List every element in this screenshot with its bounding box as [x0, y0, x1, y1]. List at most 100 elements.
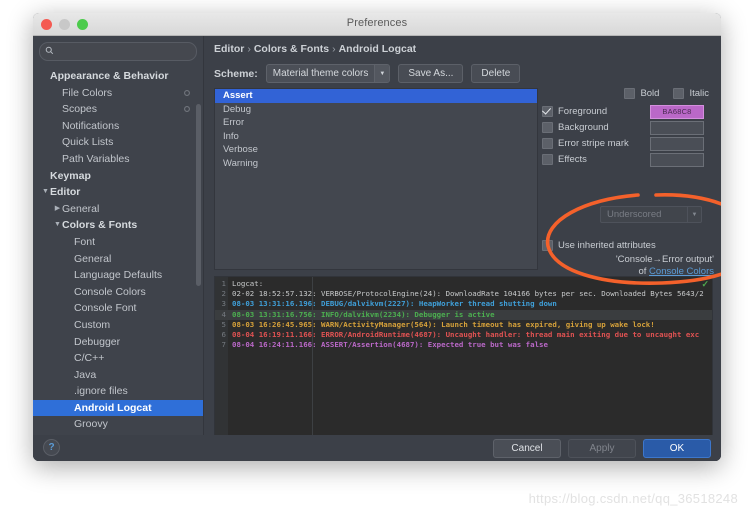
sidebar-item-label: Custom: [74, 319, 110, 331]
sidebar-item-colors-fonts[interactable]: ▼Colors & Fonts: [33, 217, 203, 234]
severity-item-assert[interactable]: Assert: [215, 89, 537, 103]
sidebar-item-label: General: [62, 203, 99, 215]
watermark: https://blog.csdn.net/qq_36518248: [529, 491, 738, 506]
severity-item-verbose[interactable]: Verbose: [215, 143, 537, 157]
breadcrumb-separator: ›: [329, 43, 339, 55]
sidebar-item-notifications[interactable]: Notifications: [33, 118, 203, 135]
line-number: 7: [215, 340, 226, 350]
help-button[interactable]: ?: [43, 439, 60, 456]
sidebar-item-font[interactable]: Font: [33, 234, 203, 251]
ok-button[interactable]: OK: [643, 439, 711, 458]
sidebar-item-label: Debugger: [74, 336, 120, 348]
console-line: 308-03 13:31:16.196: DEBUG/dalvikvm(2227…: [215, 299, 712, 309]
chevron-down-icon[interactable]: ▼: [53, 217, 62, 234]
chevron-right-icon[interactable]: ▶: [53, 201, 62, 218]
severity-item-debug[interactable]: Debug: [215, 103, 537, 117]
inherited-attributes-block: Use inherited attributes 'Console→Error …: [542, 240, 714, 277]
window-titlebar: Preferences: [33, 13, 721, 36]
sidebar-item-label: Colors & Fonts: [62, 219, 137, 231]
console-line: 1Logcat:: [215, 279, 712, 289]
preview-console[interactable]: 1Logcat:202-02 18:52:57.132: VERBOSE/Pro…: [214, 276, 713, 444]
bold-checkbox-box: [624, 88, 635, 99]
use-inherited-attributes-label: Use inherited attributes: [558, 240, 656, 251]
sidebar-item-ignore-files[interactable]: .ignore files: [33, 383, 203, 400]
breadcrumb-item[interactable]: Editor: [214, 43, 244, 55]
sidebar-item-console-font[interactable]: Console Font: [33, 300, 203, 317]
attribute-checkbox-error-stripe-mark[interactable]: Error stripe mark: [542, 138, 629, 149]
color-swatch[interactable]: [650, 153, 704, 167]
attribute-row: ForegroundBA68C8: [542, 106, 607, 117]
attribute-checkbox-foreground[interactable]: Foreground: [542, 106, 607, 117]
color-swatch[interactable]: BA68C8: [650, 105, 704, 119]
sidebar-item-java[interactable]: Java: [33, 367, 203, 384]
console-line: 608-04 16:19:11.166: ERROR/AndroidRuntim…: [215, 330, 712, 340]
sidebar-scrollbar[interactable]: [196, 104, 201, 286]
color-swatch[interactable]: [650, 137, 704, 151]
sidebar-item-label: C/C++: [74, 352, 104, 364]
sidebar-item-path-variables[interactable]: Path Variables: [33, 151, 203, 168]
color-swatch[interactable]: [650, 121, 704, 135]
status-check-icon: ✓: [701, 279, 709, 290]
sidebar-item-quick-lists[interactable]: Quick Lists: [33, 134, 203, 151]
apply-button[interactable]: Apply: [568, 439, 636, 458]
font-style-row: Bold Italic: [624, 88, 709, 99]
attribute-checkbox-background[interactable]: Background: [542, 122, 609, 133]
line-text: 08-04 16:19:11.166: ERROR/AndroidRuntime…: [232, 330, 699, 340]
line-text: 08-03 13:31:16.756: INFO/dalvikvm(2234):…: [232, 310, 495, 320]
scheme-row: Scheme: Material theme colors ▼ Save As.…: [214, 64, 520, 83]
italic-checkbox[interactable]: Italic: [673, 88, 709, 99]
severity-item-info[interactable]: Info: [215, 130, 537, 144]
sidebar-item-appearance-behavior[interactable]: Appearance & Behavior: [33, 68, 203, 85]
attribute-row: Background: [542, 122, 609, 133]
use-inherited-attributes-checkbox[interactable]: Use inherited attributes: [542, 240, 714, 251]
italic-checkbox-box: [673, 88, 684, 99]
bold-checkbox[interactable]: Bold: [624, 88, 659, 99]
sidebar-item-debugger[interactable]: Debugger: [33, 334, 203, 351]
sidebar-item-groovy[interactable]: Groovy: [33, 416, 203, 433]
gear-icon[interactable]: [183, 105, 191, 113]
severity-item-error[interactable]: Error: [215, 116, 537, 130]
sidebar-item-console-colors[interactable]: Console Colors: [33, 284, 203, 301]
effect-type-select[interactable]: Underscored ▼: [600, 206, 702, 223]
severity-list[interactable]: AssertDebugErrorInfoVerboseWarning: [214, 88, 538, 270]
console-line: 7 08-04 16:24:11.166: ASSERT/Assertion(46…: [215, 340, 712, 350]
delete-button[interactable]: Delete: [471, 64, 520, 83]
sidebar-item-editor[interactable]: ▼Editor: [33, 184, 203, 201]
gear-icon[interactable]: [183, 89, 191, 97]
dialog-buttons: Cancel Apply OK: [493, 439, 711, 458]
search-input[interactable]: [60, 44, 194, 60]
sidebar-item-scopes[interactable]: Scopes: [33, 101, 203, 118]
sidebar-item-custom[interactable]: Custom: [33, 317, 203, 334]
checkbox-box: [542, 122, 553, 133]
sidebar-search-wrap: [33, 36, 203, 65]
search-box[interactable]: [39, 42, 197, 61]
save-as-button[interactable]: Save As...: [398, 64, 463, 83]
sidebar-item-c-c[interactable]: C/C++: [33, 350, 203, 367]
breadcrumb-item[interactable]: Colors & Fonts: [254, 43, 329, 55]
scheme-label: Scheme:: [214, 68, 258, 80]
sidebar-item-label: Language Defaults: [74, 269, 162, 281]
sidebar-item-android-logcat[interactable]: Android Logcat: [33, 400, 203, 417]
line-text: 08-04 16:24:11.166: ASSERT/Assertion(468…: [232, 340, 548, 350]
color-swatch-value: BA68C8: [662, 107, 691, 116]
sidebar-item-language-defaults[interactable]: Language Defaults: [33, 267, 203, 284]
sidebar-item-label: Java: [74, 369, 96, 381]
line-number: 2: [215, 289, 226, 299]
search-icon: [45, 46, 54, 55]
settings-tree[interactable]: Appearance & BehaviorFile ColorsScopesNo…: [33, 68, 203, 436]
checkbox-box: [542, 138, 553, 149]
sidebar-item-label: Android Logcat: [74, 402, 152, 414]
cancel-button[interactable]: Cancel: [493, 439, 561, 458]
attribute-checkbox-effects[interactable]: Effects: [542, 154, 587, 165]
sidebar-item-general[interactable]: ▶General: [33, 201, 203, 218]
breadcrumb-item[interactable]: Android Logcat: [339, 43, 417, 55]
sidebar-item-keymap[interactable]: Keymap: [33, 168, 203, 185]
sidebar-item-label: Editor: [50, 186, 80, 198]
severity-item-warning[interactable]: Warning: [215, 157, 537, 171]
sidebar-item-label: Path Variables: [62, 153, 130, 165]
sidebar-item-file-colors[interactable]: File Colors: [33, 85, 203, 102]
chevron-down-icon[interactable]: ▼: [41, 184, 50, 201]
scheme-select[interactable]: Material theme colors ▼: [266, 64, 391, 83]
attribute-row: Error stripe mark: [542, 138, 629, 149]
sidebar-item-general[interactable]: General: [33, 251, 203, 268]
